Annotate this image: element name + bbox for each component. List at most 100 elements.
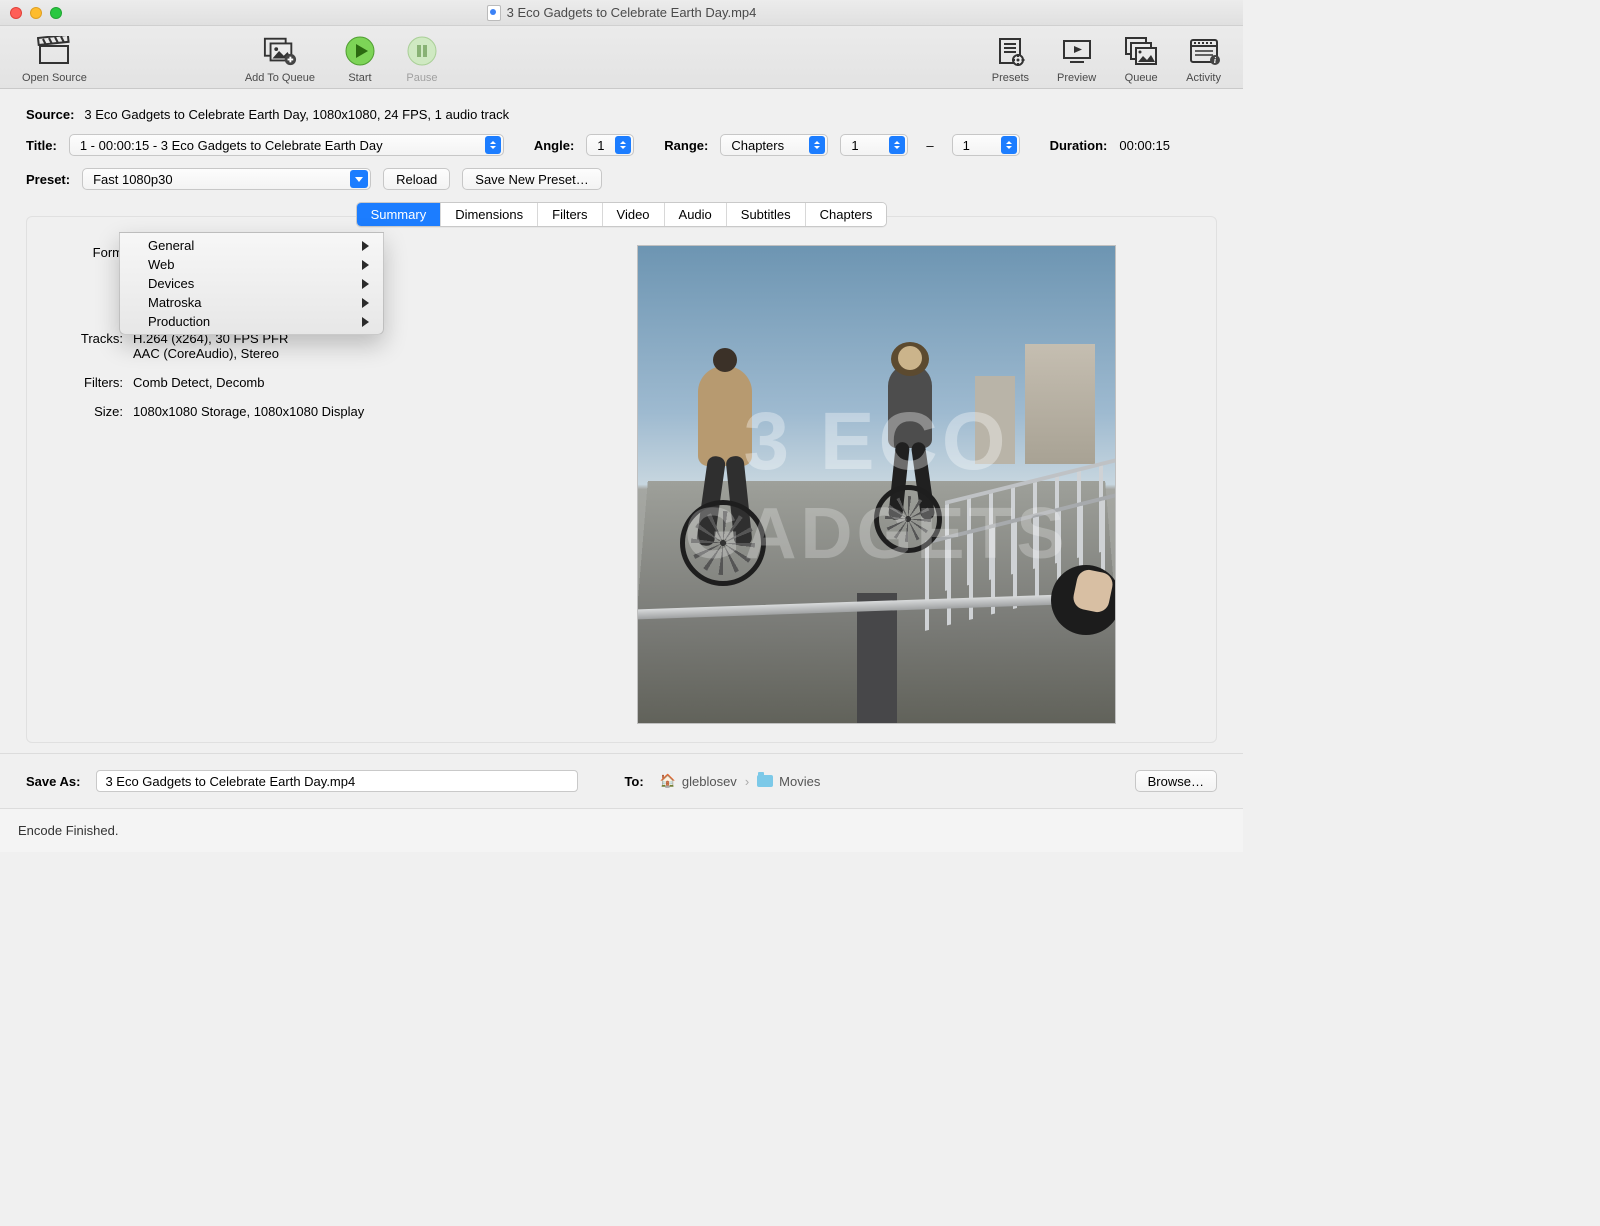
preset-menu-general-label: General [148, 238, 194, 253]
tab-chapters-label: Chapters [820, 207, 873, 222]
tab-video-label: Video [617, 207, 650, 222]
titlebar: 3 Eco Gadgets to Celebrate Earth Day.mp4 [0, 0, 1243, 26]
range-to-select[interactable]: 1 [952, 134, 1020, 156]
toolbar-right-group: Presets Preview Queue i Activity [978, 34, 1235, 84]
preset-select[interactable]: Fast 1080p30 [82, 168, 371, 190]
preset-menu-devices-label: Devices [148, 276, 194, 291]
add-to-queue-button[interactable]: Add To Queue [231, 34, 329, 84]
preset-menu-production[interactable]: Production [120, 312, 383, 331]
save-new-preset-button[interactable]: Save New Preset… [462, 168, 601, 190]
presets-icon [993, 34, 1027, 68]
size-label: Size: [63, 404, 133, 419]
preset-menu-web[interactable]: Web [120, 255, 383, 274]
tab-audio-label: Audio [679, 207, 712, 222]
open-source-label: Open Source [22, 72, 87, 84]
stepper-icon [809, 136, 825, 154]
preset-menu-production-label: Production [148, 314, 210, 329]
size-row: Size: 1080x1080 Storage, 1080x1080 Displ… [63, 404, 525, 419]
preview-icon [1060, 34, 1094, 68]
title-select[interactable]: 1 - 00:00:15 - 3 Eco Gadgets to Celebrat… [69, 134, 504, 156]
toolbar-left-group: Open Source Add To Queue Start Pause [8, 34, 453, 84]
tab-summary[interactable]: Summary [357, 203, 442, 226]
pause-icon [405, 34, 439, 68]
submenu-arrow-icon [362, 317, 369, 327]
angle-label: Angle: [534, 138, 574, 153]
tab-audio[interactable]: Audio [665, 203, 727, 226]
start-label: Start [348, 72, 371, 84]
main-content: Source: 3 Eco Gadgets to Celebrate Earth… [0, 89, 1243, 753]
add-images-icon [263, 34, 297, 68]
tabs: Summary Dimensions Filters Video Audio S… [356, 202, 888, 227]
title-label: Title: [26, 138, 57, 153]
range-from-select[interactable]: 1 [840, 134, 908, 156]
video-preview-thumbnail: 3 ECO GADGETS [637, 245, 1116, 724]
status-text: Encode Finished. [18, 823, 118, 838]
document-icon [487, 5, 501, 21]
save-as-input[interactable] [96, 770, 578, 792]
preset-value: Fast 1080p30 [93, 172, 173, 187]
activity-button[interactable]: i Activity [1172, 34, 1235, 84]
filters-label: Filters: [63, 375, 133, 390]
range-type-select[interactable]: Chapters [720, 134, 828, 156]
source-label: Source: [26, 107, 74, 122]
save-as-label: Save As: [26, 774, 80, 789]
tab-summary-label: Summary [371, 207, 427, 222]
tab-chapters[interactable]: Chapters [806, 203, 887, 226]
queue-button[interactable]: Queue [1110, 34, 1172, 84]
angle-select[interactable]: 1 [586, 134, 634, 156]
tab-filters[interactable]: Filters [538, 203, 602, 226]
stepper-icon [485, 136, 501, 154]
range-to-value: 1 [963, 138, 970, 153]
reload-label: Reload [396, 172, 437, 187]
queue-icon [1124, 34, 1158, 68]
dropdown-arrow-icon [350, 170, 368, 188]
add-to-queue-label: Add To Queue [245, 72, 315, 84]
window-title-text: 3 Eco Gadgets to Celebrate Earth Day.mp4 [507, 5, 757, 20]
tab-subtitles[interactable]: Subtitles [727, 203, 806, 226]
preset-label: Preset: [26, 172, 70, 187]
tracks-label: Tracks: [63, 331, 133, 361]
tab-subtitles-label: Subtitles [741, 207, 791, 222]
preset-dropdown-menu: General Web Devices Matroska Production [119, 232, 384, 335]
preset-menu-general[interactable]: General [120, 236, 383, 255]
preset-row: Preset: Fast 1080p30 Reload Save New Pre… [26, 168, 1217, 190]
filters-value: Comb Detect, Decomb [133, 375, 265, 390]
pause-button[interactable]: Pause [391, 34, 453, 84]
stepper-icon [615, 136, 631, 154]
title-row: Title: 1 - 00:00:15 - 3 Eco Gadgets to C… [26, 134, 1217, 156]
start-button[interactable]: Start [329, 34, 391, 84]
filters-row: Filters: Comb Detect, Decomb [63, 375, 525, 390]
presets-label: Presets [992, 72, 1029, 84]
preview-button[interactable]: Preview [1043, 34, 1110, 84]
submenu-arrow-icon [362, 260, 369, 270]
tracks-value: H.264 (x264), 30 FPS PFR AAC (CoreAudio)… [133, 331, 288, 361]
chevron-right-icon: › [743, 774, 751, 789]
activity-icon: i [1187, 34, 1221, 68]
submenu-arrow-icon [362, 298, 369, 308]
preset-menu-devices[interactable]: Devices [120, 274, 383, 293]
browse-button[interactable]: Browse… [1135, 770, 1217, 792]
window-title: 3 Eco Gadgets to Celebrate Earth Day.mp4 [0, 5, 1243, 21]
play-icon [343, 34, 377, 68]
stepper-icon [889, 136, 905, 154]
tab-dimensions-label: Dimensions [455, 207, 523, 222]
range-type-value: Chapters [731, 138, 784, 153]
tab-video[interactable]: Video [603, 203, 665, 226]
status-bar: Encode Finished. [0, 808, 1243, 852]
duration-label: Duration: [1050, 138, 1108, 153]
preset-menu-matroska[interactable]: Matroska [120, 293, 383, 312]
presets-button[interactable]: Presets [978, 34, 1043, 84]
range-label: Range: [664, 138, 708, 153]
submenu-arrow-icon [362, 279, 369, 289]
range-from-value: 1 [851, 138, 858, 153]
activity-label: Activity [1186, 72, 1221, 84]
tab-dimensions[interactable]: Dimensions [441, 203, 538, 226]
preset-menu-web-label: Web [148, 257, 175, 272]
reload-button[interactable]: Reload [383, 168, 450, 190]
submenu-arrow-icon [362, 241, 369, 251]
open-source-button[interactable]: Open Source [8, 34, 101, 84]
source-value: 3 Eco Gadgets to Celebrate Earth Day, 10… [84, 107, 509, 122]
destination-path[interactable]: 🏠 gleblosev › Movies [660, 773, 821, 789]
tracks-row: Tracks: H.264 (x264), 30 FPS PFR AAC (Co… [63, 331, 525, 361]
toolbar: Open Source Add To Queue Start Pause [0, 26, 1243, 89]
